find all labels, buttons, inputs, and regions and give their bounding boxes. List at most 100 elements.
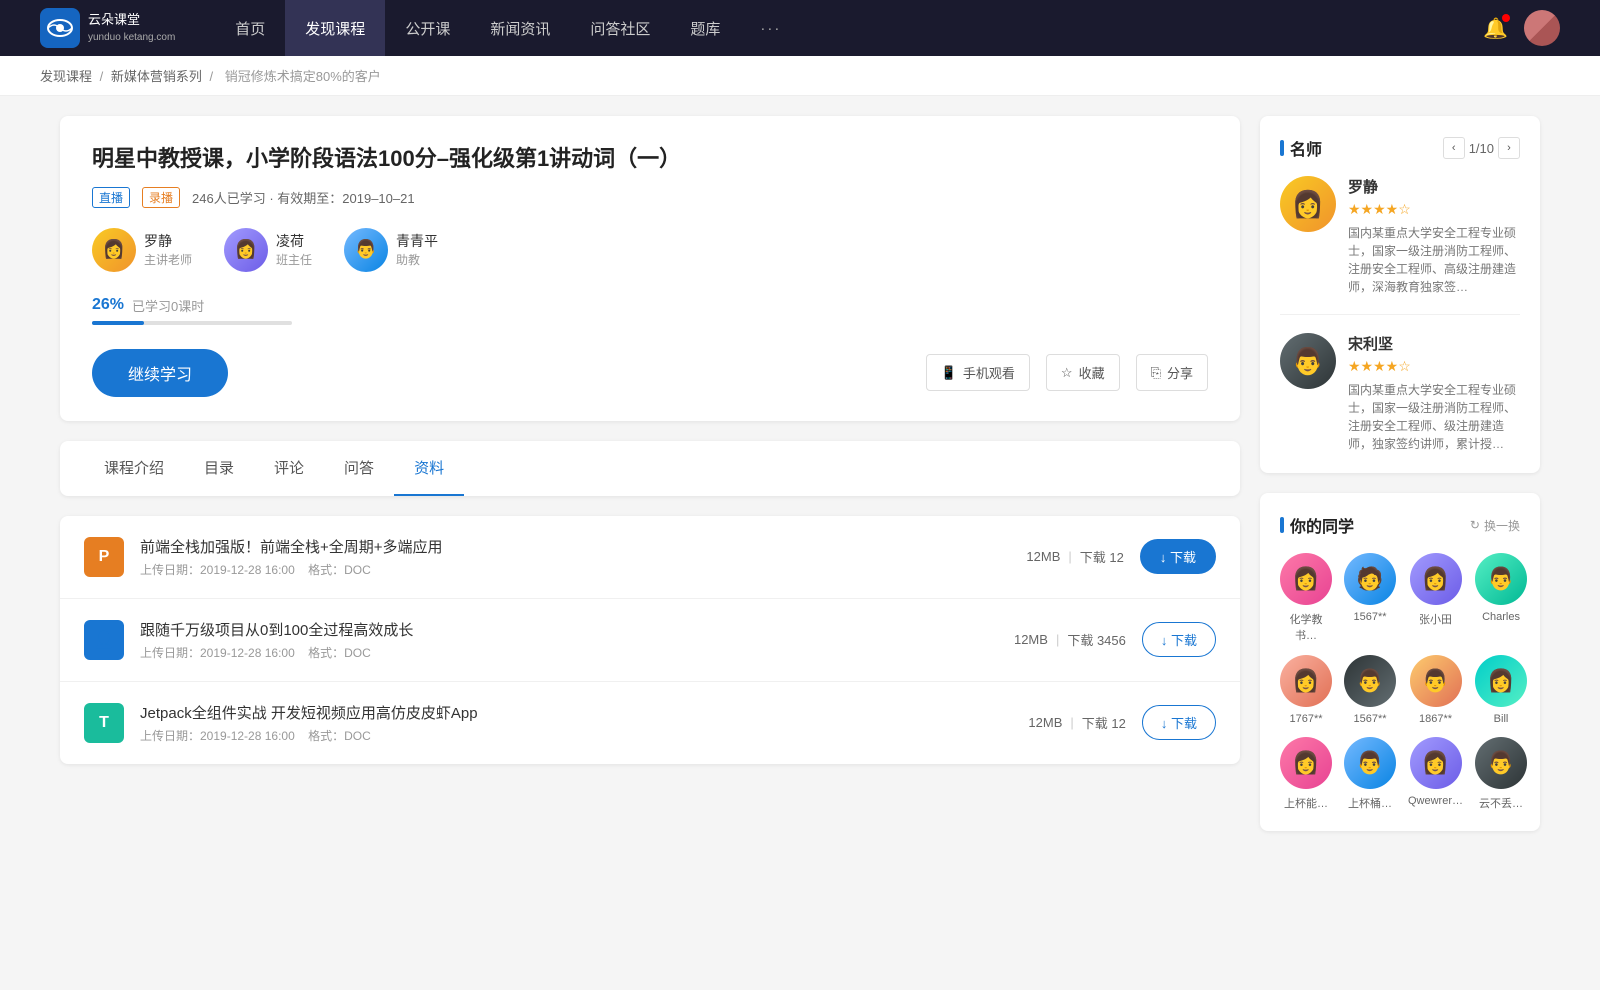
classmate-1[interactable]: 🧑 1567** [1344,553,1396,643]
resource-item-2: T Jetpack全组件实战 开发短视频应用高仿皮皮虾App 上传日期：2019… [60,682,1240,764]
classmates-grid: 👩 化学教书… 🧑 1567** 👩 张小田 👨 Charles 👩 [1280,553,1520,811]
breadcrumb-link-discover[interactable]: 发现课程 [40,69,92,84]
classmate-name-9: 上杯桶… [1348,795,1392,811]
classmate-name-0: 化学教书… [1280,611,1332,643]
prev-teacher-btn[interactable]: ‹ [1443,137,1465,159]
breadcrumb-sep-2: / [210,69,217,84]
sidebar-teacher-name-0: 罗静 [1348,176,1520,197]
download-button-2[interactable]: ↓ 下载 [1142,705,1216,740]
tab-intro[interactable]: 课程介绍 [84,441,184,496]
sidebar-teacher-desc-0: 国内某重点大学安全工程专业硕士，国家一级注册消防工程师、注册安全工程师、高级注册… [1348,224,1520,296]
breadcrumb-link-series[interactable]: 新媒体营销系列 [111,69,202,84]
sidebar-teacher-1: 👨 宋利坚 ★★★★☆ 国内某重点大学安全工程专业硕士，国家一级注册消防工程师、… [1280,333,1520,453]
sidebar-teacher-info-0: 罗静 ★★★★☆ 国内某重点大学安全工程专业硕士，国家一级注册消防工程师、注册安… [1348,176,1520,296]
classmate-11[interactable]: 👨 云不丢… [1475,737,1527,811]
teacher-info-2: 凌荷 班主任 [276,231,312,268]
classmate-avatar-8: 👩 [1280,737,1332,789]
sidebar: 名师 ‹ 1/10 › 👩 罗静 ★★★★☆ 国内某重点大学安全工程专业硕士，国… [1260,116,1540,851]
classmate-0[interactable]: 👩 化学教书… [1280,553,1332,643]
resource-item-0: P 前端全栈加强版！前端全栈+全周期+多端应用 上传日期：2019-12-28 … [60,516,1240,599]
classmates-sidebar-card: 你的同学 ↻ 换一换 👩 化学教书… 🧑 1567** 👩 张小田 [1260,493,1540,831]
share-button[interactable]: ⎘ 分享 [1136,354,1208,391]
classmate-7[interactable]: 👩 Bill [1475,655,1527,725]
resource-name-0: 前端全栈加强版！前端全栈+全周期+多端应用 [140,536,1010,557]
nav-news[interactable]: 新闻资讯 [470,0,570,56]
teacher-info-3: 青青平 助教 [396,231,438,268]
classmate-6[interactable]: 👨 1867** [1408,655,1463,725]
classmate-10[interactable]: 👩 Qwewrer… [1408,737,1463,811]
classmate-5[interactable]: 👨 1567** [1344,655,1396,725]
teachers-pagination: ‹ 1/10 › [1443,137,1520,159]
classmate-name-10: Qwewrer… [1408,795,1463,807]
classmate-name-3: Charles [1482,611,1520,623]
tab-resource[interactable]: 资料 [394,441,464,496]
nav-discover[interactable]: 发现课程 [285,0,385,56]
bell-icon[interactable]: 🔔 [1483,16,1508,41]
resource-date-1: 上传日期：2019-12-28 16:00 [140,646,295,660]
classmate-name-11: 云不丢… [1479,795,1523,811]
logo-icon [40,8,80,48]
resource-stats-2: 12MB | 下载 12 [1028,713,1125,732]
classmate-3[interactable]: 👨 Charles [1475,553,1527,643]
navbar: 云朵课堂yunduo ketang.com 首页 发现课程 公开课 新闻资讯 问… [0,0,1600,56]
resource-size-1: 12MB [1014,632,1048,647]
divider-2: | [1070,715,1073,730]
mobile-watch-button[interactable]: 📱 手机观看 [926,354,1030,391]
logo[interactable]: 云朵课堂yunduo ketang.com [40,8,175,48]
sidebar-teacher-0: 👩 罗静 ★★★★☆ 国内某重点大学安全工程专业硕士，国家一级注册消防工程师、注… [1280,176,1520,315]
progress-bar-bg [92,321,292,325]
mobile-label: 手机观看 [963,363,1015,382]
resource-format-0: 格式：DOC [308,563,371,577]
classmate-avatar-0: 👩 [1280,553,1332,605]
tab-catalog[interactable]: 目录 [184,441,254,496]
refresh-icon: ↻ [1470,518,1480,532]
nav-more[interactable]: ··· [740,0,801,56]
secondary-actions: 📱 手机观看 ☆ 收藏 ⎘ 分享 [926,354,1208,391]
teachers-card-header: 名师 ‹ 1/10 › [1280,136,1520,160]
tab-review[interactable]: 评论 [254,441,324,496]
download-label-0: 下载 12 [1080,547,1124,566]
resource-size-2: 12MB [1028,715,1062,730]
teachers-sidebar-card: 名师 ‹ 1/10 › 👩 罗静 ★★★★☆ 国内某重点大学安全工程专业硕士，国… [1260,116,1540,473]
resource-info-0: 前端全栈加强版！前端全栈+全周期+多端应用 上传日期：2019-12-28 16… [140,536,1010,578]
classmate-2[interactable]: 👩 张小田 [1408,553,1463,643]
teacher-name-1: 罗静 [144,231,192,251]
user-avatar-nav[interactable] [1524,10,1560,46]
nav-public[interactable]: 公开课 [385,0,470,56]
classmate-avatar-11: 👨 [1475,737,1527,789]
divider-1: | [1056,632,1059,647]
sidebar-teacher-avatar-1: 👨 [1280,333,1336,389]
classmate-avatar-3: 👨 [1475,553,1527,605]
tab-qa[interactable]: 问答 [324,441,394,496]
download-button-1[interactable]: ↓ 下载 [1142,622,1216,657]
classmate-avatar-9: 👨 [1344,737,1396,789]
continue-learning-button[interactable]: 继续学习 [92,349,228,397]
breadcrumb-sep-1: / [100,69,107,84]
teacher-page: 1/10 [1469,141,1494,156]
classmate-4[interactable]: 👩 1767** [1280,655,1332,725]
classmate-avatar-2: 👩 [1410,553,1462,605]
next-teacher-btn[interactable]: › [1498,137,1520,159]
teacher-role-2: 班主任 [276,251,312,268]
collect-button[interactable]: ☆ 收藏 [1046,354,1120,391]
resource-stats-1: 12MB | 下载 3456 [1014,630,1126,649]
course-title: 明星中教授课，小学阶段语法100分–强化级第1讲动词（一） [92,144,1208,175]
refresh-classmates-btn[interactable]: ↻ 换一换 [1470,517,1520,534]
classmate-name-5: 1567** [1353,713,1386,725]
resource-date-0: 上传日期：2019-12-28 16:00 [140,563,295,577]
sidebar-teacher-avatar-0: 👩 [1280,176,1336,232]
classmate-avatar-5: 👨 [1344,655,1396,707]
classmate-9[interactable]: 👨 上杯桶… [1344,737,1396,811]
nav-quiz[interactable]: 题库 [670,0,740,56]
classmate-8[interactable]: 👩 上杯能… [1280,737,1332,811]
download-button-0[interactable]: ↓ 下载 [1140,539,1216,574]
resource-meta-1: 上传日期：2019-12-28 16:00 格式：DOC [140,644,998,661]
teacher-avatar-qingping: 👨 [344,228,388,272]
nav-qa[interactable]: 问答社区 [570,0,670,56]
classmate-avatar-10: 👩 [1410,737,1462,789]
progress-desc: 已学习0课时 [132,296,204,315]
sidebar-teacher-stars-0: ★★★★☆ [1348,201,1520,218]
share-label: 分享 [1167,363,1193,382]
resource-format-2: 格式：DOC [308,729,371,743]
nav-home[interactable]: 首页 [215,0,285,56]
